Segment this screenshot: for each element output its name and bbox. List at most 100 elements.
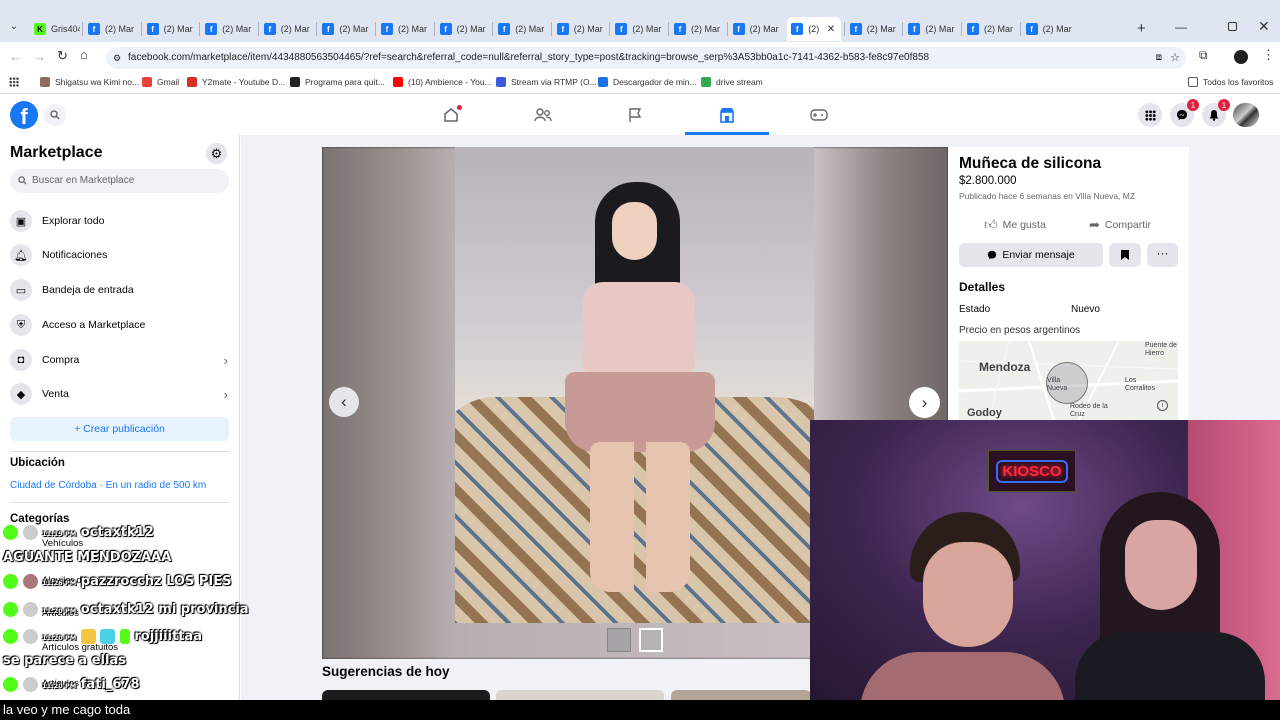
browser-tab[interactable]: f (2) Mar [846, 17, 900, 41]
search-button[interactable] [44, 104, 66, 126]
chat-message-text: AGUANTE MENDOZAAA [3, 550, 172, 565]
bookmark-item[interactable]: Programa para quit... [290, 77, 385, 87]
bookmark-label: Shigatsu wa Kimi no... [55, 77, 140, 87]
forward-icon[interactable]: → [33, 49, 46, 64]
nav-marketplace[interactable] [685, 94, 769, 135]
location-link[interactable]: Ciudad de Córdoba · En un radio de 500 k… [10, 480, 206, 491]
sidebar-item-venta[interactable]: ◆ Venta › [10, 378, 230, 410]
install-icon[interactable]: ⧈ [1156, 47, 1162, 69]
suggestion-card[interactable] [671, 690, 811, 700]
tab-separator [257, 22, 259, 36]
sidebar-item-explorar-todo[interactable]: ▣ Explorar todo [10, 205, 230, 237]
account-avatar[interactable] [1233, 103, 1259, 127]
bookmark-item[interactable]: (10) Ambience - You... [393, 77, 492, 87]
neon-sign-text: KIOSCO [996, 459, 1068, 483]
browser-tab[interactable]: f (2) Mar [553, 17, 607, 41]
close-tab-icon[interactable]: ✕ [827, 24, 835, 35]
browser-tab[interactable]: f (2) Mar [318, 17, 372, 41]
browser-tab[interactable]: f (2) Mar [377, 17, 431, 41]
facebook-icon: f [498, 23, 511, 35]
search-icon [18, 176, 27, 185]
bookmark-item[interactable]: Stream via RTMP (O... [496, 77, 597, 87]
nav-friends[interactable] [512, 94, 574, 135]
browser-tab[interactable]: f (2) Mar [260, 17, 314, 41]
sidebar-item-bandeja-de-entrada[interactable]: ▭ Bandeja de entrada [10, 274, 230, 306]
browser-tab[interactable]: f (2) Mar [143, 17, 197, 41]
previous-photo-button[interactable]: ‹ [329, 387, 359, 417]
facebook-logo[interactable]: f [10, 101, 38, 129]
user-avatar [22, 525, 38, 540]
more-options-button[interactable]: ··· [1147, 243, 1178, 267]
nav-gaming[interactable] [788, 94, 850, 135]
facebook-icon: f [263, 23, 276, 35]
thumbnail-2[interactable] [639, 628, 663, 652]
new-tab-button[interactable]: + [1137, 20, 1146, 37]
tab-active[interactable]: f (2) ✕ [787, 17, 842, 41]
sidebar-item-label: Explorar todo [42, 215, 105, 227]
search-input[interactable]: Buscar en Marketplace [10, 169, 229, 193]
bookmark-label: Programa para quit... [305, 77, 385, 87]
bookmark-item[interactable]: drive stream [701, 77, 763, 87]
thumbnail-1[interactable] [607, 628, 631, 652]
next-photo-button[interactable]: › [909, 387, 940, 418]
suggestion-card[interactable] [322, 690, 490, 700]
bookmark-item[interactable]: Descargador de min... [598, 77, 697, 87]
sidebar-item-acceso-a-marketplace[interactable]: ⛨ Acceso a Marketplace [10, 309, 230, 341]
share-button[interactable]: ➦ Compartir [1089, 217, 1151, 233]
bookmark-item[interactable]: Gmail [142, 77, 179, 87]
extensions-icon[interactable]: ⧉ [1199, 48, 1208, 63]
back-icon[interactable]: ← [9, 49, 22, 64]
send-message-button[interactable]: Enviar mensaje [959, 243, 1103, 267]
like-button[interactable]: 👍︎ Me gusta [984, 217, 1046, 233]
close-window-button[interactable]: ✕ [1258, 18, 1270, 35]
maximize-button[interactable] [1228, 22, 1237, 31]
facebook-icon: f [674, 23, 686, 35]
state-label: Estado [959, 304, 991, 315]
browser-tab[interactable]: f (2) Mar [670, 17, 724, 41]
minimize-button[interactable]: — [1175, 20, 1187, 34]
nav-pages[interactable] [604, 94, 666, 135]
sidebar-item-compra[interactable]: ◘ Compra › [10, 344, 230, 376]
all-bookmarks[interactable]: Todos los favoritos [1188, 77, 1273, 87]
sidebar-item-notificaciones[interactable]: 🔔︎ Notificaciones [10, 239, 230, 271]
profile-avatar[interactable] [1234, 50, 1248, 64]
bookmark-favicon-icon [393, 77, 403, 87]
location-map[interactable]: Mendoza Villa Nueva Puente de Hierro Los… [959, 341, 1178, 420]
tab-label: (2) Mar [515, 24, 545, 34]
bookmark-item[interactable]: Shigatsu wa Kimi no... [40, 77, 139, 87]
tab-search-button[interactable]: ⌄ [6, 21, 22, 37]
home-icon[interactable]: ⌂ [80, 47, 88, 62]
browser-tab[interactable]: f (2) Mar [963, 17, 1017, 41]
map-info-icon[interactable]: i [1157, 400, 1168, 411]
bookmark-item[interactable]: Y2mate - Youtube D... [187, 77, 285, 87]
settings-button[interactable]: ⚙ [206, 143, 227, 164]
photo-doll-top [583, 282, 695, 374]
browser-tab[interactable]: f (2) Mar [84, 17, 138, 41]
browser-tab[interactable]: f (2) Mar [436, 17, 490, 41]
save-button[interactable] [1109, 243, 1141, 267]
chat-message: 11:20 PM rojjiiittaa [3, 629, 202, 644]
browser-tab[interactable]: K Gris404 [30, 17, 80, 41]
browser-tab[interactable]: f (2) Mar [729, 17, 783, 41]
apps-icon[interactable] [9, 77, 19, 87]
bookmark-star-icon[interactable]: ☆ [1170, 47, 1180, 69]
chat-message: 11:20 PM fati_678 [3, 677, 140, 692]
menu-icon[interactable]: ⋮ [1262, 47, 1275, 63]
home-icon [444, 108, 458, 122]
browser-tab[interactable]: f (2) Mar [201, 17, 255, 41]
currency-note: Precio en pesos argentinos [959, 325, 1081, 336]
create-listing-button[interactable]: + Crear publicación [10, 417, 229, 441]
browser-tab[interactable]: f (2) Mar [611, 17, 665, 41]
browser-tab[interactable]: f (2) Mar [904, 17, 958, 41]
suggestion-card[interactable] [496, 690, 664, 700]
browser-tab[interactable]: f (2) Mar [494, 17, 548, 41]
nav-home[interactable] [420, 94, 482, 135]
chat-time: 11:26 PM [42, 579, 77, 587]
menu-button[interactable] [1138, 103, 1162, 127]
neon-sign: KIOSCO [988, 450, 1076, 492]
address-bar[interactable]: ⚙ facebook.com/marketplace/item/44348805… [106, 47, 1186, 69]
chat-time: 11:19 PM [42, 530, 77, 538]
reload-icon[interactable]: ↻ [57, 48, 68, 64]
site-info-icon[interactable]: ⚙ [113, 47, 121, 69]
browser-tab[interactable]: f (2) Mar [1022, 17, 1076, 41]
